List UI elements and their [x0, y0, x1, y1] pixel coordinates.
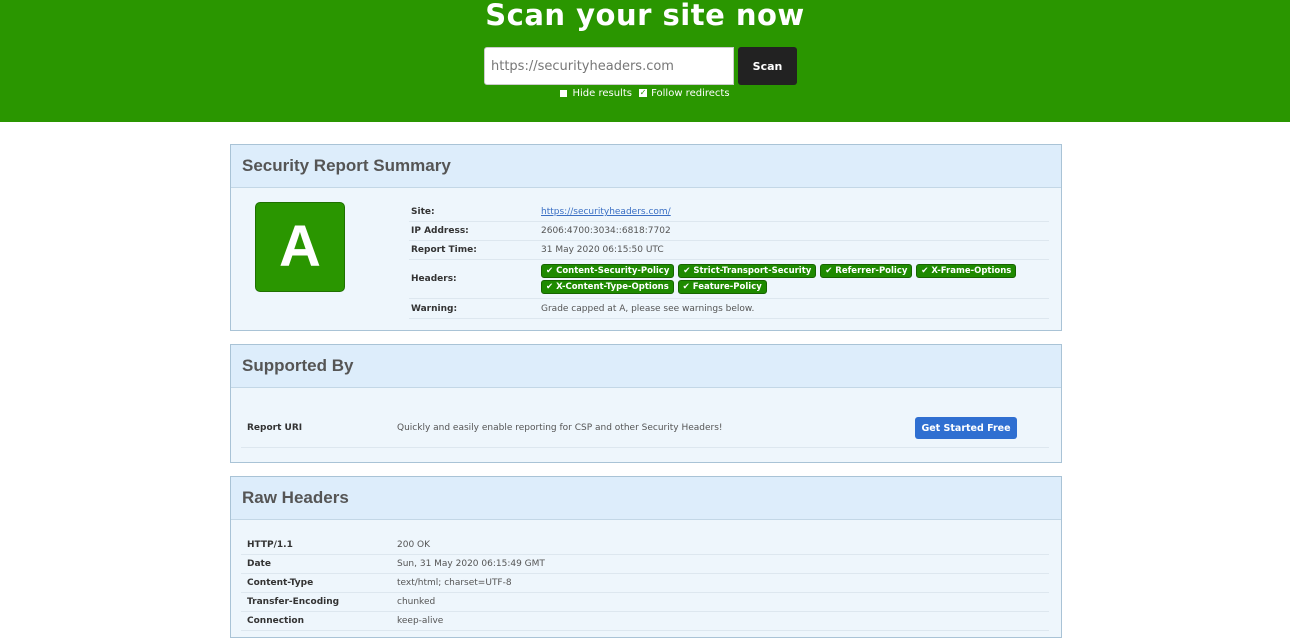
header-badge: ✔ Feature-Policy: [677, 280, 767, 294]
site-key: Site:: [411, 207, 435, 217]
raw-headers-panel: Raw Headers HTTP/1.1 200 OK Date Sun, 31 M…: [230, 476, 1062, 638]
header-badge: ✔ X-Frame-Options: [916, 264, 1017, 278]
header-badge: ✔ Referrer-Policy: [820, 264, 913, 278]
headers-badges: ✔ Content-Security-Policy ✔ Strict-Trans…: [541, 263, 1049, 295]
follow-redirects-label: Follow redirects: [651, 88, 730, 99]
summary-title: Security Report Summary: [231, 145, 1061, 188]
header-value: text/html; charset=UTF-8: [397, 578, 512, 588]
url-input[interactable]: [484, 47, 734, 85]
table-row: Date Sun, 31 May 2020 06:15:49 GMT: [241, 555, 1049, 574]
get-started-button[interactable]: Get Started Free: [915, 417, 1017, 439]
header-key: Content-Type: [247, 578, 314, 588]
scan-hero: Scan your site now Scan Hide results ✓Fo…: [0, 0, 1290, 122]
header-value: Sun, 31 May 2020 06:15:49 GMT: [397, 559, 545, 569]
warning-key: Warning:: [411, 303, 458, 314]
report-uri-row: Report URI Quickly and easily enable rep…: [241, 409, 1049, 448]
raw-title: Raw Headers: [231, 477, 1061, 520]
header-value: keep-alive: [397, 616, 444, 626]
header-value: 200 OK: [397, 540, 431, 550]
header-key: Connection: [247, 616, 305, 626]
site-link[interactable]: https://securityheaders.com/: [541, 207, 671, 217]
table-row: HTTP/1.1 200 OK: [241, 536, 1049, 555]
table-row: Transfer-Encoding chunked: [241, 593, 1049, 612]
headers-row: Headers: ✔ Content-Security-Policy ✔ Str…: [409, 260, 1049, 299]
header-badge: ✔ Strict-Transport-Security: [678, 264, 817, 278]
warning-value: Grade capped at A, please see warnings b…: [541, 303, 755, 314]
report-time-value: 31 May 2020 06:15:50 UTC: [541, 245, 664, 255]
hide-results-label: Hide results: [572, 88, 632, 99]
scan-button[interactable]: Scan: [738, 47, 797, 85]
security-report-summary-panel: Security Report Summary A Site: https://…: [230, 144, 1062, 331]
hero-title: Scan your site now: [485, 0, 805, 32]
sponsor-description: Quickly and easily enable reporting for …: [397, 423, 723, 433]
table-row: Connection keep-alive: [241, 612, 1049, 631]
ip-key: IP Address:: [411, 226, 469, 236]
header-key: Transfer-Encoding: [247, 597, 340, 607]
header-badge: ✔ X-Content-Type-Options: [541, 280, 674, 294]
site-row: Site: https://securityheaders.com/: [409, 203, 1049, 222]
report-time-key: Report Time:: [411, 245, 477, 255]
header-badge: ✔ Content-Security-Policy: [541, 264, 675, 278]
headers-key: Headers:: [411, 274, 457, 284]
report-time-row: Report Time: 31 May 2020 06:15:50 UTC: [409, 241, 1049, 260]
raw-headers-table: HTTP/1.1 200 OK Date Sun, 31 May 2020 06:1…: [241, 536, 1049, 631]
follow-redirects-checkbox[interactable]: ✓: [639, 89, 648, 97]
scan-options: Hide results ✓ Follow redirects: [0, 88, 1290, 99]
header-value: chunked: [397, 597, 436, 607]
scan-form: Scan: [484, 47, 797, 85]
hide-results-checkbox[interactable]: [560, 89, 568, 97]
grade-badge: A: [255, 202, 345, 292]
header-key: HTTP/1.1: [247, 540, 293, 550]
table-row: Content-Type text/html; charset=UTF-8: [241, 574, 1049, 593]
warning-row: Warning: Grade capped at A, please see w…: [409, 299, 1049, 319]
summary-table: Site: https://securityheaders.com/ IP Ad…: [409, 203, 1049, 319]
header-key: Date: [247, 559, 271, 569]
ip-row: IP Address: 2606:4700:3034::6818:7702: [409, 222, 1049, 241]
supported-title: Supported By: [231, 345, 1061, 388]
supported-by-panel: Supported By Report URI Quickly and easi…: [230, 344, 1062, 463]
ip-value: 2606:4700:3034::6818:7702: [541, 226, 671, 236]
sponsor-name: Report URI: [247, 423, 303, 433]
